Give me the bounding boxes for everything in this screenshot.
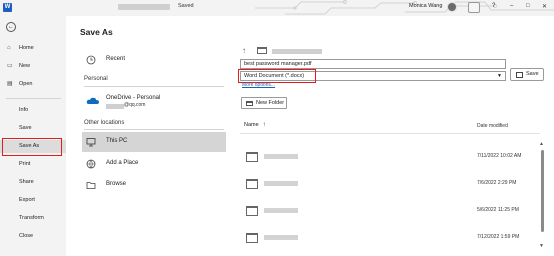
saved-status: Saved — [178, 3, 194, 9]
home-icon: ⌂ — [7, 45, 11, 51]
title-bar: W Saved Monica Wang ? – □ ✕ — [0, 0, 554, 16]
sidebar-item-label: Home — [19, 45, 34, 51]
sidebar-item-print[interactable]: Print — [0, 158, 66, 171]
folder-icon — [246, 233, 258, 243]
section-divider — [84, 86, 224, 87]
minimize-icon[interactable]: – — [510, 3, 513, 9]
section-divider — [84, 129, 224, 130]
file-row[interactable]: 5/6/2022 11:25 PM — [240, 198, 538, 224]
folder-icon — [246, 152, 258, 162]
word-app-icon: W — [3, 3, 12, 12]
new-document-icon: ▭ — [7, 63, 13, 69]
scroll-down-icon[interactable]: ▼ — [539, 243, 544, 249]
document-name-redacted — [118, 4, 170, 10]
globe-icon — [86, 159, 96, 169]
save-button[interactable]: Save — [510, 68, 544, 81]
column-header-date[interactable]: Date modified — [477, 123, 508, 129]
column-header-label: Name — [244, 122, 259, 128]
sidebar-item-label: Open — [19, 81, 33, 87]
back-arrow-icon[interactable]: ← — [6, 22, 16, 32]
sidebar-item-save[interactable]: Save — [0, 122, 66, 135]
column-header-name[interactable]: Name ↑ — [244, 122, 266, 128]
up-arrow-icon[interactable]: ↑ — [242, 46, 246, 55]
location-label: Browse — [106, 181, 127, 187]
close-window-icon[interactable]: ✕ — [542, 3, 547, 10]
new-folder-icon — [246, 101, 253, 106]
chevron-down-icon: ▼ — [497, 73, 502, 79]
sidebar-item-label: Close — [19, 233, 34, 239]
file-name-redacted — [264, 181, 298, 186]
sidebar-item-label: Transform — [19, 215, 44, 221]
filetype-highlight — [238, 69, 316, 83]
sidebar-item-label: Print — [19, 161, 31, 167]
folder-icon — [257, 47, 267, 54]
sidebar-divider — [6, 98, 61, 99]
file-date: 5/6/2022 11:25 PM — [477, 207, 519, 213]
scrollbar[interactable] — [541, 150, 544, 232]
file-row[interactable]: 7/12/2022 1:59 PM — [240, 225, 538, 251]
sidebar-item-label: Info — [19, 107, 29, 113]
coauthor-icon[interactable] — [468, 2, 480, 13]
file-row[interactable]: 7/6/2022 2:29 PM — [240, 171, 538, 197]
sidebar-item-label: New — [19, 63, 31, 69]
sidebar-item-export[interactable]: Export — [0, 194, 66, 207]
maximize-icon[interactable]: □ — [526, 3, 530, 9]
location-add-place[interactable]: Add a Place — [82, 154, 226, 174]
file-date: 7/6/2022 2:29 PM — [477, 180, 517, 186]
sidebar-item-label: Share — [19, 179, 34, 185]
new-folder-label: New Folder — [256, 100, 285, 106]
onedrive-email-suffix: @qq.com — [124, 102, 146, 108]
file-name-redacted — [264, 154, 298, 159]
avatar[interactable] — [447, 2, 457, 12]
clock-icon — [86, 55, 96, 65]
help-icon[interactable]: ? — [492, 3, 495, 9]
save-button-label: Save — [526, 71, 539, 77]
sidebar-item-home[interactable]: ⌂ Home — [0, 42, 66, 55]
more-options-link[interactable]: More options... — [242, 82, 275, 88]
location-label: Add a Place — [106, 160, 139, 166]
new-folder-button[interactable]: New Folder — [241, 97, 287, 109]
sidebar-item-transform[interactable]: Transform — [0, 212, 66, 225]
location-onedrive-personal[interactable]: OneDrive - Personal — [82, 90, 226, 114]
filename-input[interactable]: best password manager.pdf — [240, 59, 506, 69]
file-date: 7/12/2022 1:59 PM — [477, 234, 520, 240]
sidebar-item-new[interactable]: ▭ New — [0, 60, 66, 73]
location-label: OneDrive - Personal — [106, 95, 161, 101]
sort-up-icon: ↑ — [262, 122, 266, 128]
section-personal: Personal — [84, 76, 108, 82]
file-name-redacted — [264, 235, 298, 240]
sidebar-item-label: Save — [19, 125, 32, 131]
save-icon — [516, 72, 523, 78]
location-browse[interactable]: Browse — [82, 175, 226, 195]
folder-icon — [246, 179, 258, 189]
onedrive-cloud-icon — [86, 97, 99, 104]
computer-icon — [86, 138, 96, 147]
location-recent[interactable]: Recent — [82, 50, 226, 70]
scroll-up-icon[interactable]: ▲ — [539, 141, 544, 147]
file-date: 7/11/2022 10:02 AM — [477, 153, 522, 159]
folder-open-icon: ▤ — [7, 81, 13, 87]
sidebar-item-label: Export — [19, 197, 35, 203]
user-name[interactable]: Monica Wang — [409, 3, 442, 9]
location-label: Recent — [106, 56, 126, 62]
folder-path-redacted[interactable] — [272, 49, 322, 54]
file-name-redacted — [264, 208, 298, 213]
location-this-pc[interactable]: This PC — [82, 132, 226, 152]
folder-icon — [246, 206, 258, 216]
onedrive-email-redacted — [106, 104, 124, 109]
sidebar-item-open[interactable]: ▤ Open — [0, 78, 66, 91]
page-title: Save As — [80, 27, 113, 37]
section-other-locations: Other locations — [84, 120, 125, 126]
folder-icon — [86, 182, 96, 189]
save-as-highlight — [2, 138, 62, 156]
location-label: This PC — [106, 138, 128, 144]
sidebar-item-close[interactable]: Close — [0, 230, 66, 243]
backstage-sidebar: ← ⌂ Home ▭ New ▤ Open Info Save Save As … — [0, 16, 66, 256]
sidebar-item-info[interactable]: Info — [0, 104, 66, 117]
file-row[interactable]: 7/11/2022 10:02 AM — [240, 144, 538, 170]
sidebar-item-share[interactable]: Share — [0, 176, 66, 189]
header-divider — [240, 133, 540, 134]
